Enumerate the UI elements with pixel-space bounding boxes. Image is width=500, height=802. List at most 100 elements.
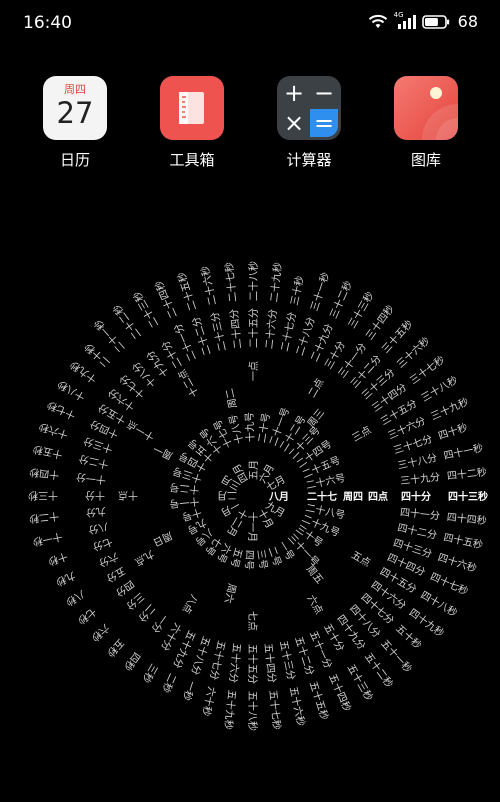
calendar-day: 27 [56, 96, 94, 130]
status-time: 16:40 [23, 13, 72, 33]
clock-label: 十八号 [226, 413, 246, 445]
clock-label: 周五 [304, 563, 326, 586]
clock-label: 十二月 [224, 506, 250, 538]
app-label: 图库 [410, 151, 441, 169]
clock-label: 二十八秒 [247, 261, 260, 301]
clock-label: 十秒 [46, 550, 69, 569]
calendar-icon: 周四 27 [43, 76, 107, 140]
clock-current-second: 四十三秒 [448, 490, 488, 503]
clock-label: 十二分 [78, 452, 110, 471]
clock-label: 十八分 [129, 359, 159, 390]
calendar-weekday: 周四 [64, 83, 86, 96]
clock-ring-seconds: 一秒二秒三秒四秒五秒六秒七秒八秒九秒十秒十一秒十二秒十三秒十四秒十五秒十六秒十七… [28, 261, 488, 731]
clock-label: 四十八秒 [418, 588, 459, 619]
clock-label: 三十九分 [400, 470, 441, 487]
app-calculator[interactable]: + − × = 计算器 [276, 76, 342, 170]
clock-ring-weekdays: 周一 周二周三周四周五周六 周日 [151, 387, 363, 604]
clock-label: 二秒 [159, 671, 179, 695]
clock-label: 二十九分 [308, 322, 336, 364]
clock-label: 十九分 [143, 348, 171, 380]
clock-label: 三十七分 [392, 432, 434, 457]
clock-label: 二十四秒 [152, 279, 180, 321]
clock-label: 二十一号 [266, 406, 292, 448]
clock-label: 五十九分 [170, 628, 198, 670]
clock-label: 二号 [265, 545, 283, 568]
clock-label: 十九秒 [67, 358, 99, 386]
clock-label: 六号 [214, 541, 234, 564]
clock-label: 二十五分 [247, 308, 260, 348]
clock-label: 十一分 [75, 471, 106, 487]
clock-label: 八分 [87, 520, 109, 536]
times-key: × [283, 109, 305, 137]
app-calendar[interactable]: 周四 27 日历 [42, 76, 108, 170]
clock-label: 六分 [97, 550, 120, 569]
clock-label: 二十号 [255, 412, 272, 444]
clock-label: 三十六分 [386, 414, 428, 442]
clock-label: 二十三号 [286, 424, 323, 462]
clock-label: 二十八号 [305, 501, 347, 522]
clock-label: 四十七分 [358, 590, 396, 626]
clock-label: 三点 [350, 424, 373, 444]
clock-label: 十七分 [117, 372, 148, 402]
clock-label: 五分 [104, 564, 127, 584]
signal-icon: 4G [394, 11, 416, 30]
clock-label: 五十三秒 [345, 662, 376, 703]
clock-label: 二十五秒 [174, 270, 199, 312]
clock-label: 八秒 [63, 588, 87, 609]
clock-label: 四十四分 [385, 551, 427, 579]
clock-label: 五秒 [104, 636, 127, 660]
status-bar: 16:40 4G 68 [0, 0, 500, 48]
clock-label: 二十七秒 [222, 262, 239, 303]
clock-label: 十一号 [169, 495, 200, 511]
clock-label: 四十六秒 [436, 550, 478, 575]
clock-label: 四号 [242, 550, 255, 571]
clock-label: 三十五分 [378, 397, 419, 428]
clock-label: 三十一秒 [307, 271, 332, 313]
clock-label: 三十七秒 [407, 353, 447, 387]
clock-label: 二点 [306, 376, 326, 399]
clock-label: 十六分 [105, 386, 137, 414]
clock-label: 十九号 [243, 412, 258, 443]
clock-label: 三十四秒 [363, 302, 397, 342]
clock-label: 二十秒 [82, 340, 113, 370]
clock-label: 三十八秒 [419, 373, 460, 404]
clock-label: 三秒 [140, 661, 161, 685]
clock-label: 九号 [185, 516, 208, 536]
clock-label: 六十分 [158, 621, 184, 653]
clock-label: 五十五分 [246, 644, 259, 684]
battery-icon [421, 14, 449, 29]
clock-label: 周二 [223, 387, 239, 409]
clock-label: 二十九号 [300, 512, 342, 540]
clock-label: 八号 [192, 526, 215, 548]
battery-level: 68 [457, 12, 478, 31]
app-toolbox[interactable]: 工具箱 [159, 76, 225, 170]
clock-label: 十四分 [88, 417, 121, 441]
clock-label: 三十二分 [347, 352, 383, 390]
clock-label: 六月 [256, 462, 276, 485]
app-gallery[interactable]: 图库 [393, 76, 459, 170]
clock-label: 二十八分 [293, 315, 318, 357]
clock-label: 五十二分 [292, 635, 317, 677]
clock-label: 五点 [349, 549, 372, 569]
clock-label: 四十三分 [392, 536, 434, 561]
clock-label: 三十四分 [369, 380, 409, 414]
clock-label: 三十三秒 [345, 289, 376, 330]
clock-label: 四十八分 [347, 602, 383, 640]
clock-label: 五十分 [321, 621, 347, 653]
clock-label: 九秒 [54, 569, 78, 589]
clock-label: 二十二号 [276, 413, 308, 454]
clock-label: 十号 [180, 506, 203, 524]
clock-label: 五十一分 [307, 629, 335, 671]
app-label: 计算器 [286, 151, 332, 169]
clock-label: 十一月 [246, 512, 259, 542]
clock-label: 一号 [276, 539, 297, 562]
clock-label: 四十一秒 [442, 441, 484, 462]
clock-label: 二十六秒 [198, 265, 219, 307]
clock-label: 五十秒 [393, 622, 424, 652]
clock-label: 三十六秒 [394, 334, 432, 370]
clock-label: 五十七秒 [267, 689, 284, 730]
clock-label: 周三 [305, 407, 327, 430]
clock-label: 六秒 [89, 621, 113, 644]
clock-label: 四十二秒 [446, 465, 487, 482]
clock-label: 八点 [180, 592, 200, 615]
